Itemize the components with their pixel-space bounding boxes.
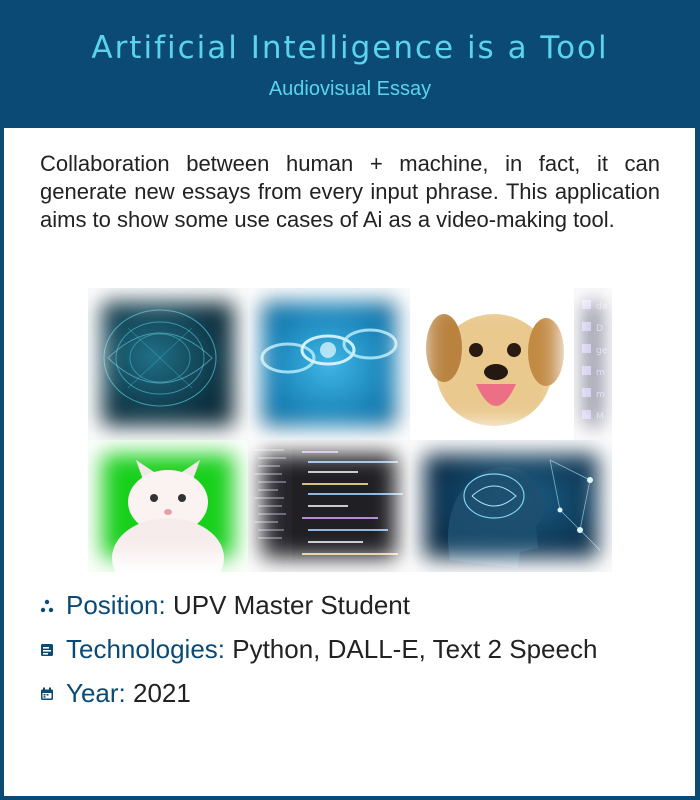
detail-technologies: Technologies: Python, DALL-E, Text 2 Spe… (40, 634, 680, 665)
page-title: Artificial Intelligence is a Tool (91, 30, 609, 66)
menu-item-label: M (596, 412, 604, 422)
page-subtitle: Audiovisual Essay (268, 78, 432, 100)
detail-position: Position: UPV Master Student (40, 590, 680, 621)
cat-icon (112, 460, 224, 572)
puppy-tile (410, 288, 574, 440)
white-cat-tile (88, 440, 248, 572)
menu-item-label: ge (596, 346, 608, 356)
detail-label: Year: (66, 678, 126, 708)
digital-chain-tile (248, 288, 410, 440)
chain-icon (260, 328, 398, 374)
brain-wireframe-icon (103, 309, 217, 407)
detail-year: Year: 2021 (40, 678, 680, 709)
menu-item-label: D (596, 324, 603, 334)
puppy-icon (426, 314, 564, 426)
menu-strip-tile: da D ge m m M (574, 288, 612, 440)
detail-value: Python, DALL-E, Text 2 Speech (232, 634, 598, 664)
header: Artificial Intelligence is a Tool Audiov… (0, 0, 700, 128)
brain-wireframe-tile (88, 288, 248, 440)
code-icon (40, 643, 58, 660)
code-editor-icon (248, 440, 403, 572)
network-icon (40, 599, 58, 616)
project-description: Collaboration between human + machine, i… (40, 151, 660, 232)
page-frame: Artificial Intelligence is a Tool Audiov… (0, 0, 700, 800)
detail-label: Technologies: (66, 634, 225, 664)
content-card: Collaboration between human + machine, i… (4, 128, 695, 796)
menu-item-label: m (596, 368, 605, 378)
calendar-icon (40, 687, 58, 704)
menu-strip-icon: da D ge m m M (582, 300, 608, 422)
detail-label: Position: (66, 590, 166, 620)
detail-value: UPV Master Student (172, 590, 410, 620)
detail-value: 2021 (133, 678, 191, 708)
ai-head-icon (448, 459, 601, 568)
menu-item-label: m (596, 390, 605, 400)
menu-item-label: da (596, 302, 607, 312)
ai-head-tile (410, 440, 612, 572)
code-editor-tile (248, 440, 410, 572)
project-image: da D ge m m M (88, 288, 612, 572)
